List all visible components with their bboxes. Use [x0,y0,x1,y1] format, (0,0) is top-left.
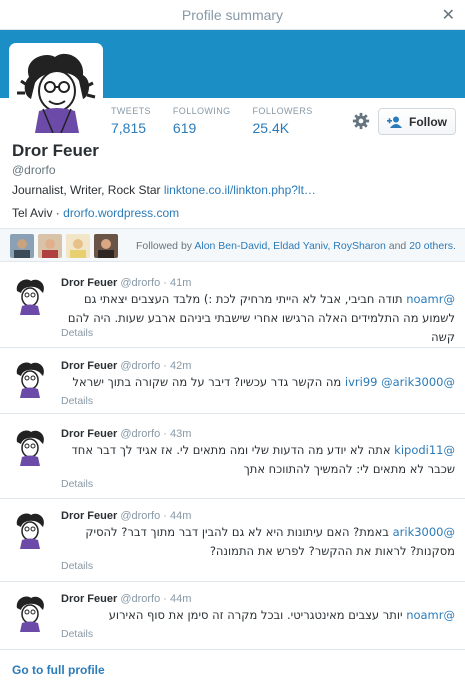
add-user-icon [387,116,402,128]
followed-by-bar: Followed by Alon Ben-David, Eldad Yaniv,… [0,228,465,262]
tweet-details-link[interactable]: Details [61,628,93,640]
go-to-full-profile-link[interactable]: Go to full profile [12,663,105,677]
stat-label: TWEETS [111,106,151,116]
tweet-timestamp[interactable]: · 44m [163,510,191,522]
follower-avatar[interactable] [66,234,90,258]
tweet-item[interactable]: Dror Feuer @drorfo · 41m @noamr תודה חבי… [0,263,465,348]
tweet-author-name[interactable]: Dror Feuer [61,510,117,522]
follow-button-label: Follow [409,114,447,129]
tweet-details-link[interactable]: Details [61,560,93,572]
stat-value: 25.4K [252,120,290,136]
stat-tweets[interactable]: TWEETS 7,815 [111,106,151,136]
tweet-body: תודה חביבי, אבל לא הייתי מרחיק לכת :) מל… [67,292,455,344]
tweet-item[interactable]: Dror Feuer @drorfo · 43m @kipodi11 אתה ל… [0,414,465,499]
tweet-author-name[interactable]: Dror Feuer [61,360,117,372]
tweet-author-name[interactable]: Dror Feuer [61,593,117,605]
tweet-header: Dror Feuer @drorfo · 42m [61,360,191,372]
followed-by-text: Followed by Alon Ben-David, Eldad Yaniv,… [136,240,456,252]
follower-thumbnails [10,234,122,258]
followed-by-suffix: and [385,240,410,252]
tweet-author-handle[interactable]: @drorfo [120,360,160,372]
tweet-mention[interactable]: @arik3000 [393,525,455,539]
tweet-details-link[interactable]: Details [61,395,93,407]
tweet-header: Dror Feuer @drorfo · 44m [61,593,191,605]
stat-value: 619 [172,120,197,136]
tweet-timestamp[interactable]: · 42m [163,360,191,372]
tweet-text: @ivri99 @arik3000 מה הקשר גדר עכשיו? דיב… [60,373,456,392]
stat-value: 7,815 [111,120,147,136]
followed-by-others-link[interactable]: 20 others. [409,240,456,252]
followed-by-names-link[interactable]: Alon Ben-David, Eldad Yaniv, RoySharon [194,240,385,252]
profile-avatar[interactable] [9,43,103,137]
tweet-avatar[interactable] [11,511,49,549]
tweet-header: Dror Feuer @drorfo · 41m [61,277,191,289]
follow-button[interactable]: Follow [378,108,456,135]
close-icon[interactable]: ✕ [442,5,455,25]
tweet-author-handle[interactable]: @drorfo [120,510,160,522]
tweet-header: Dror Feuer @drorfo · 44m [61,510,191,522]
tweet-body: יותר עצבים מאינטגריטי. ובכל מקרה זה סימן… [108,608,407,622]
tweet-details-link[interactable]: Details [61,327,93,339]
bio-link[interactable]: linktone.co.il/linkton.php?lt… [164,183,316,197]
tweet-author-name[interactable]: Dror Feuer [61,428,117,440]
modal-title: Profile summary [181,7,284,23]
profile-location-row: Tel Aviv · drorfo.wordpress.com [12,206,179,220]
follower-avatar[interactable] [10,234,34,258]
tweet-avatar[interactable] [11,428,49,466]
tweet-details-link[interactable]: Details [61,478,93,490]
tweet-body: מה הקשר גדר עכשיו? דיבר על מה שקורה בתוך… [72,375,345,389]
tweet-mention[interactable]: @noamr [406,292,455,306]
tweet-header: Dror Feuer @drorfo · 43m [61,428,191,440]
tweet-text: @kipodi11 אתה לא יודע מה הדעות שלי ומה מ… [60,441,455,479]
tweet-timestamp[interactable]: · 41m [163,277,191,289]
tweet-timestamp[interactable]: · 43m [163,428,191,440]
followed-by-prefix: Followed by [136,240,195,252]
tweet-item[interactable]: Dror Feuer @drorfo · 44m @arik3000 באמת?… [0,499,465,582]
tweet-author-handle[interactable]: @drorfo [120,593,160,605]
stat-followers[interactable]: FOLLOWERS 25.4K [253,106,313,136]
tweet-text: @noamr יותר עצבים מאינטגריטי. ובכל מקרה … [60,606,455,625]
tweet-mention[interactable]: @noamr [406,608,455,622]
tweet-item[interactable]: Dror Feuer @drorfo · 42m @ivri99 @arik30… [0,348,465,414]
tweet-mention[interactable]: @kipodi11 [394,443,455,457]
tweet-avatar[interactable] [11,594,49,632]
follower-avatar[interactable] [38,234,62,258]
profile-handle: @drorfo [12,163,56,177]
gear-icon[interactable] [352,112,370,130]
tweet-author-handle[interactable]: @drorfo [120,277,160,289]
tweet-avatar[interactable] [11,360,49,398]
tweet-text: @noamr תודה חביבי, אבל לא הייתי מרחיק לכ… [60,290,455,347]
modal-titlebar: Profile summary ✕ [0,0,465,30]
tweet-author-name[interactable]: Dror Feuer [61,277,117,289]
stat-following[interactable]: FOLLOWING 619 [173,106,231,136]
caricature-avatar-image [13,47,99,133]
tweet-mention[interactable]: @ivri99 @arik3000 [345,375,455,389]
profile-location: Tel Aviv [12,206,53,220]
profile-website-link[interactable]: drorfo.wordpress.com [63,206,179,220]
tweet-avatar[interactable] [11,277,49,315]
profile-stats: TWEETS 7,815 FOLLOWING 619 FOLLOWERS 25.… [111,106,335,136]
stat-label: FOLLOWERS [252,106,313,116]
stat-label: FOLLOWING [172,106,231,116]
tweet-timestamp[interactable]: · 44m [163,593,191,605]
profile-bio: Journalist, Writer, Rock Star linktone.c… [12,183,316,197]
tweet-text: @arik3000 באמת? האם עיתונות היא לא גם לה… [60,523,455,561]
profile-name: Dror Feuer [12,141,99,160]
bio-text: Journalist, Writer, Rock Star [12,183,164,197]
tweet-item[interactable]: Dror Feuer @drorfo · 44m @noamr יותר עצב… [0,582,465,650]
follower-avatar[interactable] [94,234,118,258]
location-separator: · [52,206,64,220]
tweet-author-handle[interactable]: @drorfo [120,428,160,440]
